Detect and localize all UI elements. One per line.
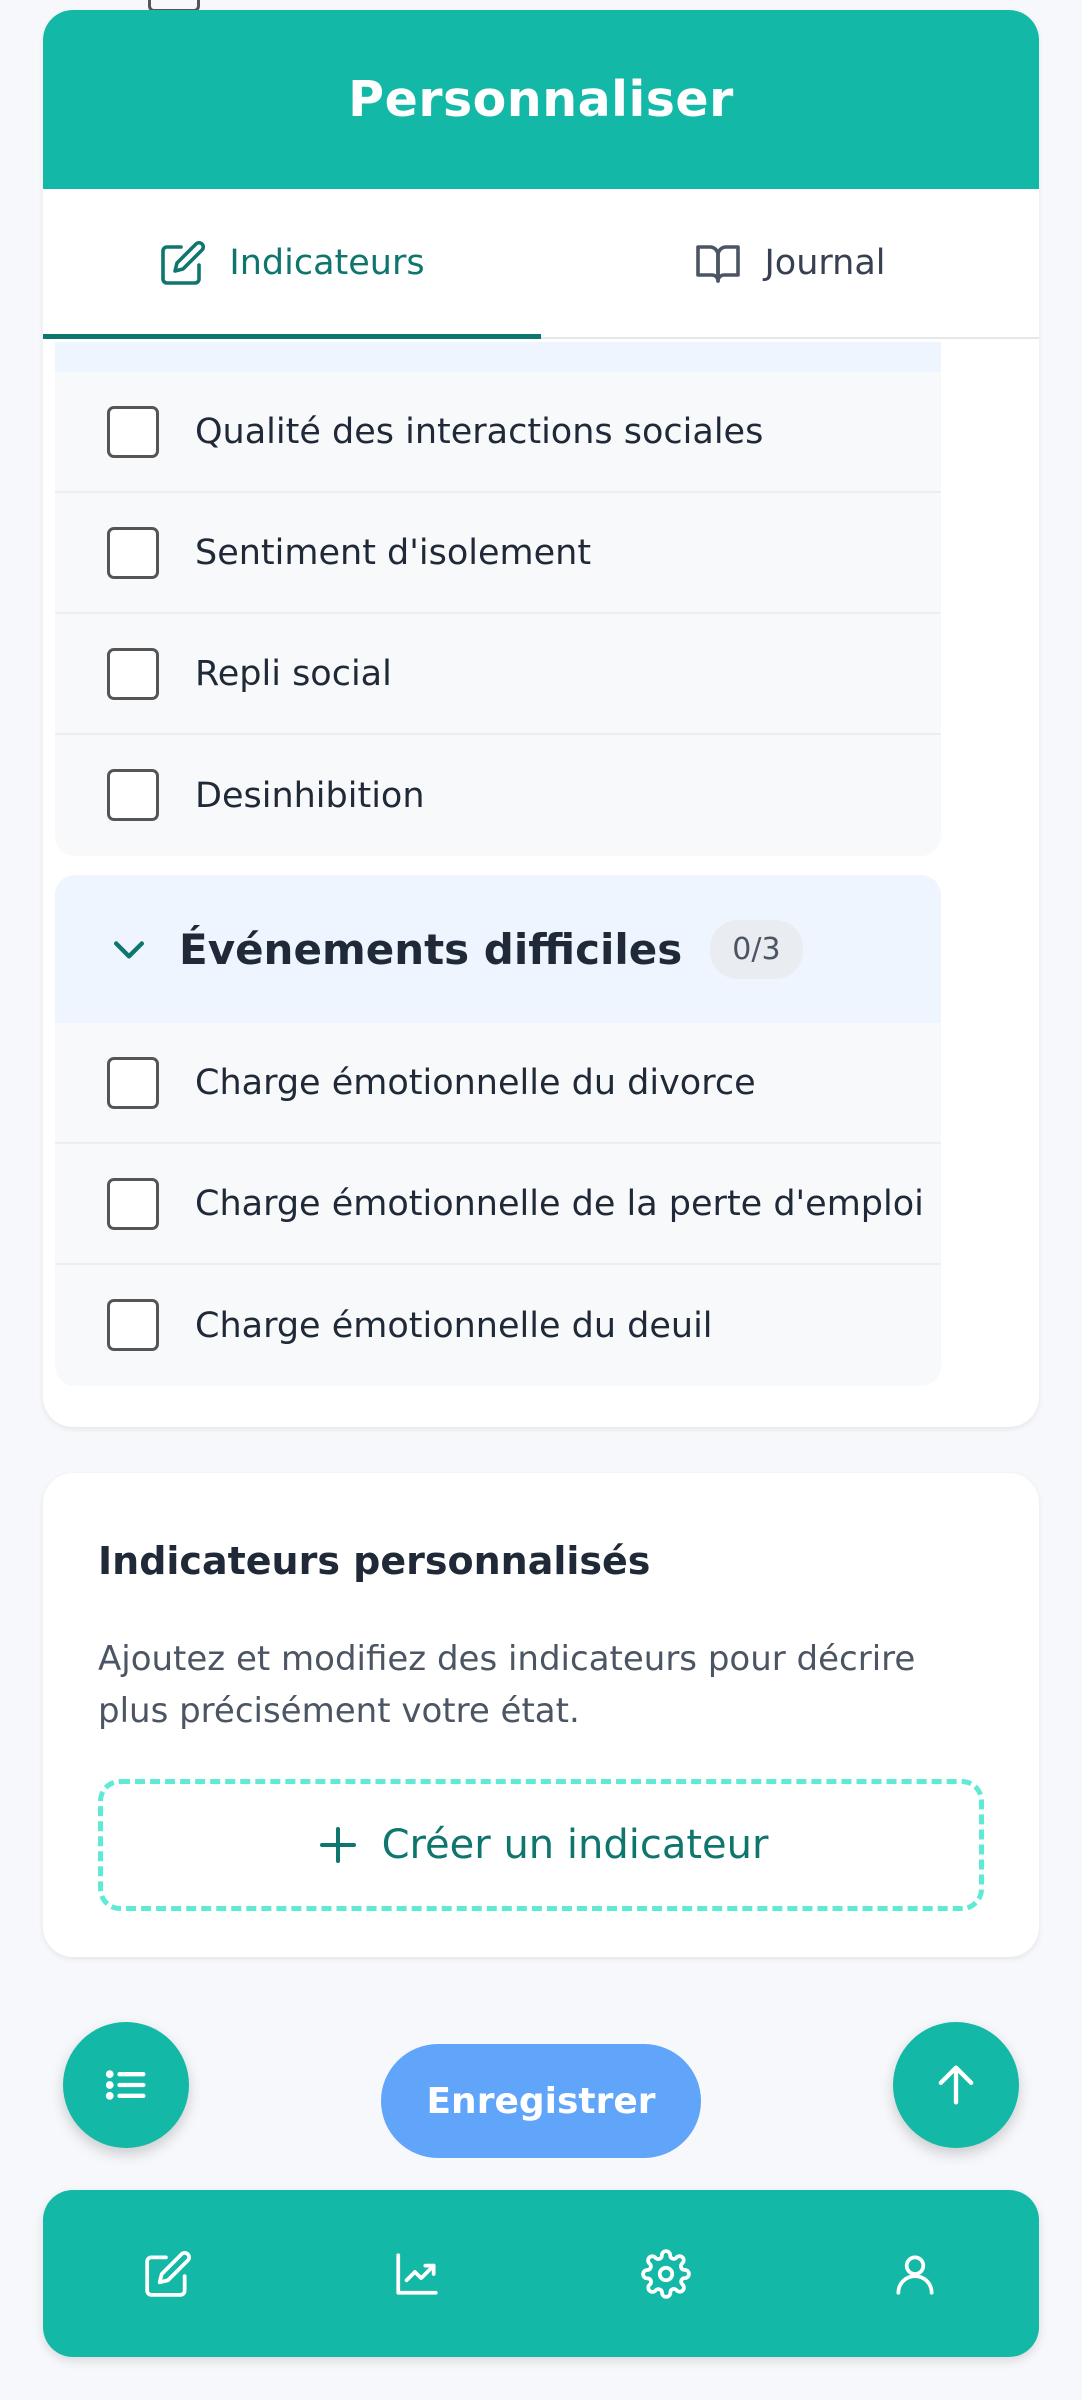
list-item[interactable]: Sentiment d'isolement — [55, 493, 941, 614]
plus-icon — [319, 1827, 356, 1863]
section-description: Ajoutez et modifiez des indicateurs pour… — [98, 1639, 916, 1731]
book-icon — [696, 245, 741, 283]
settings-icon — [640, 2248, 691, 2299]
edit-icon — [161, 240, 206, 285]
custom-indicators-card: Indicateurs personnalisés Ajoutez et mod… — [43, 1473, 1039, 1957]
list-item[interactable]: Repli social — [55, 614, 941, 735]
create-label: Créer un indicateur — [381, 1822, 769, 1868]
arrow-up-icon — [938, 2065, 974, 2105]
list-item[interactable]: Desinhibition — [55, 735, 941, 856]
tab-label: Journal — [764, 243, 886, 283]
list-item[interactable]: Charge émotionnelle du deuil — [55, 1265, 941, 1386]
events-group: Événements difficiles 0/3 Charge émotion… — [55, 875, 941, 1386]
group-header[interactable]: Événements difficiles 0/3 — [55, 875, 941, 1023]
checkbox[interactable] — [107, 406, 159, 458]
chart-icon — [395, 2252, 438, 2295]
item-label: Sentiment d'isolement — [195, 532, 592, 573]
checkbox[interactable] — [107, 648, 159, 700]
checkbox[interactable] — [107, 527, 159, 579]
checkbox[interactable] — [107, 1178, 159, 1230]
item-label: Charge émotionnelle de la perte d'emploi — [195, 1183, 924, 1224]
nav-settings[interactable] — [606, 2214, 726, 2334]
scroll-top-button[interactable] — [893, 2022, 1019, 2148]
create-indicator-button[interactable]: Créer un indicateur — [98, 1779, 984, 1911]
group-header-edge — [55, 342, 941, 372]
section-title: Indicateurs personnalisés — [98, 1539, 651, 1583]
list-icon — [105, 2070, 146, 2100]
nav-edit[interactable] — [108, 2214, 228, 2334]
tab-indicateurs[interactable]: Indicateurs — [43, 189, 541, 339]
tab-bar: Indicateurs Journal — [43, 189, 1039, 339]
checkbox[interactable] — [107, 769, 159, 821]
checkbox[interactable] — [107, 1057, 159, 1109]
tab-journal[interactable]: Journal — [541, 189, 1039, 337]
group-title: Événements difficiles — [179, 924, 683, 974]
item-label: Charge émotionnelle du divorce — [195, 1062, 756, 1103]
edit-icon — [144, 2250, 191, 2297]
bottom-navigation — [43, 2190, 1039, 2357]
list-item[interactable]: Charge émotionnelle du divorce — [55, 1023, 941, 1144]
user-icon — [895, 2254, 934, 2295]
list-item[interactable]: Charge émotionnelle de la perte d'emploi — [55, 1144, 941, 1265]
nav-chart[interactable] — [357, 2214, 477, 2334]
social-group-list: Qualité des interactions sociales Sentim… — [55, 372, 941, 856]
list-item[interactable]: Qualité des interactions sociales — [55, 372, 941, 493]
item-label: Desinhibition — [195, 775, 425, 816]
checkbox[interactable] — [107, 1299, 159, 1351]
nav-profile[interactable] — [855, 2214, 975, 2334]
list-menu-button[interactable] — [63, 2022, 189, 2148]
page-header: Personnaliser — [43, 10, 1039, 189]
page-title: Personnaliser — [348, 71, 734, 128]
item-label: Repli social — [195, 653, 392, 694]
item-label: Charge émotionnelle du deuil — [195, 1305, 713, 1346]
count-badge: 0/3 — [710, 919, 803, 979]
save-button[interactable]: Enregistrer — [381, 2044, 701, 2158]
item-label: Qualité des interactions sociales — [195, 411, 764, 452]
tab-label: Indicateurs — [229, 243, 425, 283]
chevron-down-icon — [113, 941, 145, 959]
